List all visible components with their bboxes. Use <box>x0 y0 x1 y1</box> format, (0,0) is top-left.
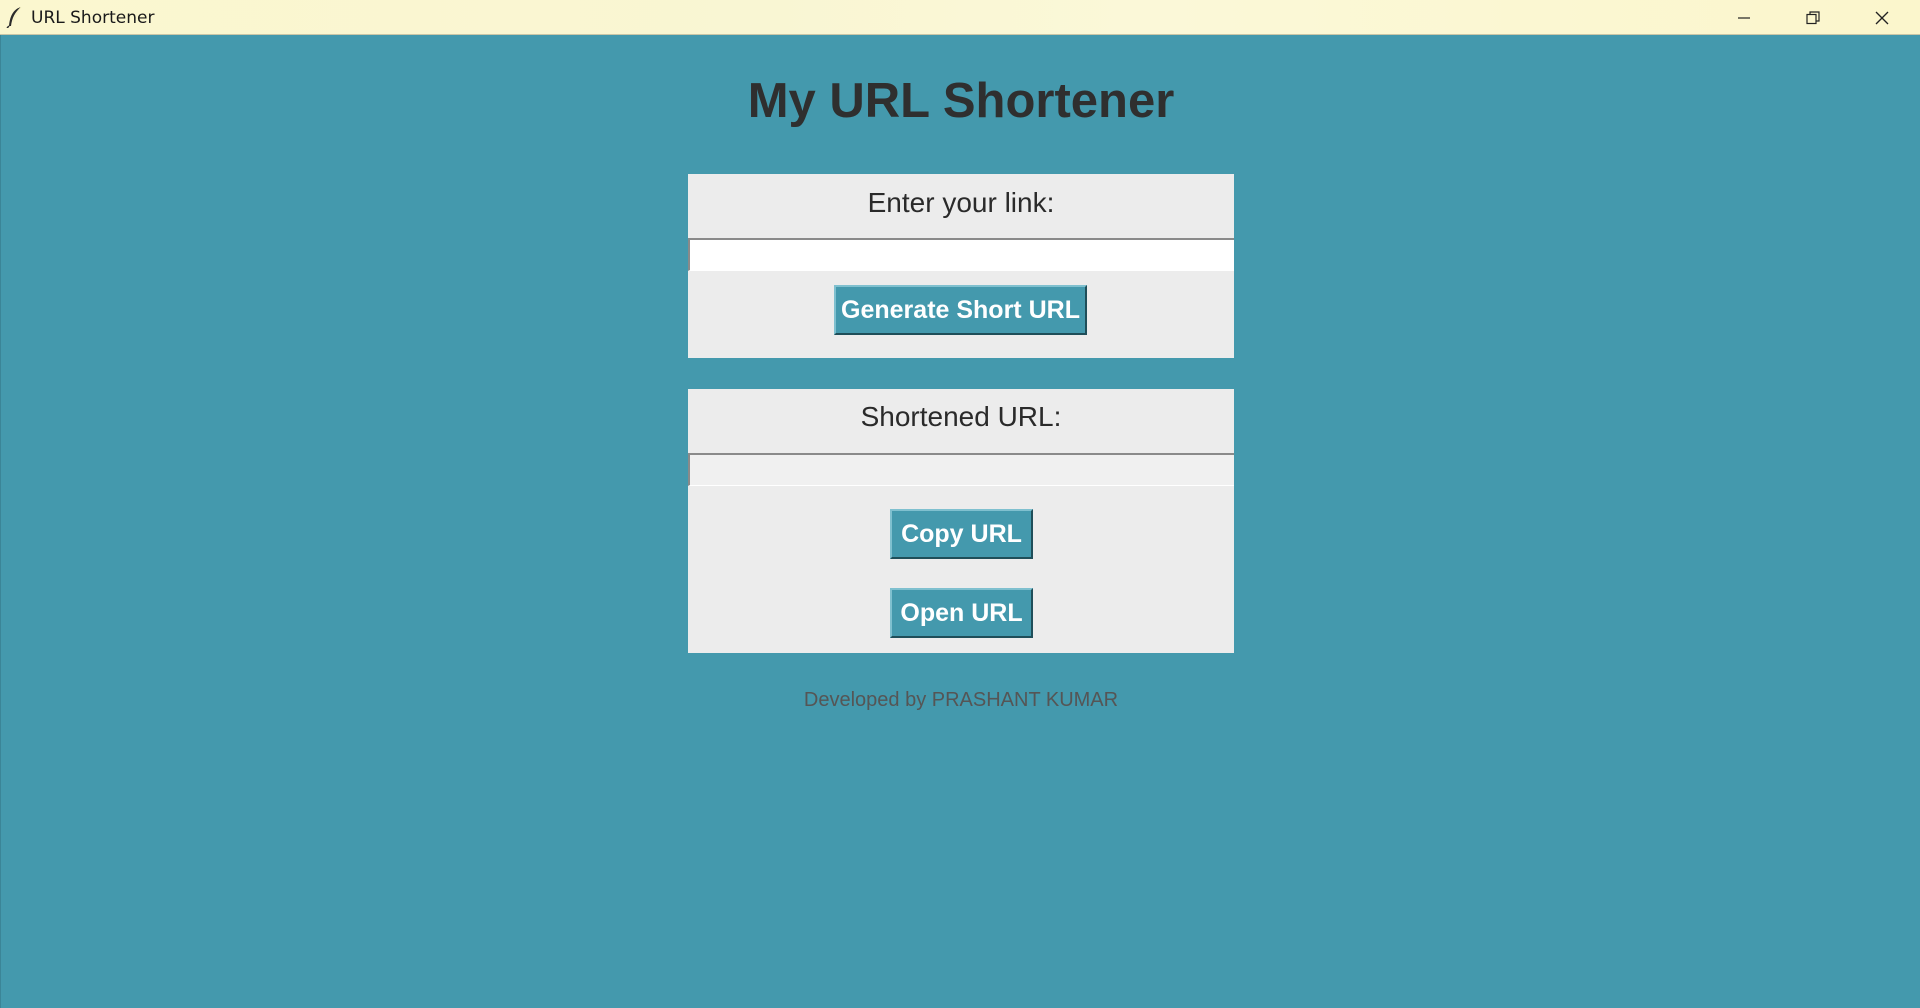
close-icon <box>1874 10 1890 26</box>
copy-url-button[interactable]: Copy URL <box>890 509 1033 559</box>
input-panel: Enter your link: Generate Short URL <box>688 174 1234 358</box>
shortened-url-field[interactable] <box>688 453 1234 486</box>
link-label: Enter your link: <box>867 187 1055 218</box>
generate-short-url-button[interactable]: Generate Short URL <box>834 285 1087 335</box>
minimize-icon <box>1736 10 1752 26</box>
developer-credit: Developed by PRASHANT KUMAR <box>803 689 1119 711</box>
restore-icon <box>1805 10 1821 26</box>
window-titlebar[interactable]: URL Shortener <box>0 0 1920 35</box>
open-url-button[interactable]: Open URL <box>890 588 1033 638</box>
minimize-button[interactable] <box>1709 0 1779 35</box>
close-button[interactable] <box>1847 0 1917 35</box>
feather-icon <box>6 6 24 29</box>
window-title: URL Shortener <box>31 8 155 28</box>
link-input[interactable] <box>688 238 1234 271</box>
page-title: My URL Shortener <box>747 74 1175 128</box>
app-window-body: My URL Shortener Enter your link: Genera… <box>0 35 1920 1008</box>
shortened-url-label: Shortened URL: <box>860 401 1062 432</box>
output-panel: Shortened URL: Copy URL Open URL <box>688 389 1234 653</box>
restore-button[interactable] <box>1778 0 1848 35</box>
